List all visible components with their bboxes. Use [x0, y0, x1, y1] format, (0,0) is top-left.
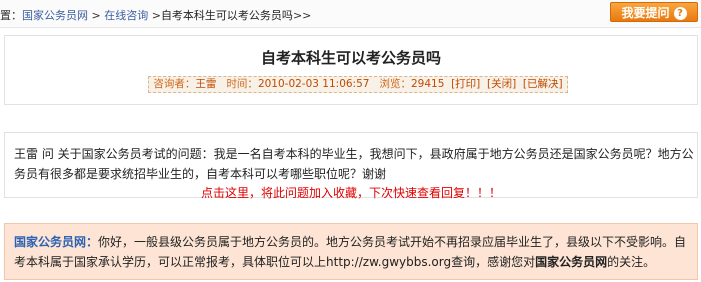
- top-bar: 置：国家公务员网 > 在线咨询 >自考本科生可以考公务员吗>> 我要提问?: [0, 0, 701, 28]
- answer-text: 国家公务员网：你好，一般县级公务员属于地方公务员的。地方公务员考试开始不再招录应…: [14, 232, 694, 272]
- question-title: 自考本科生可以考公务员吗: [260, 49, 441, 67]
- breadcrumb-home-link[interactable]: 国家公务员网: [22, 9, 88, 22]
- breadcrumb: 置：国家公务员网 > 在线咨询 >自考本科生可以考公务员吗>>: [0, 7, 311, 23]
- breadcrumb-separator-2: >: [148, 9, 161, 22]
- question-time: 2010-02-03 11:06:57: [257, 78, 370, 90]
- view-count: 29415: [410, 78, 445, 90]
- answer-site-name: 国家公务员网: [535, 255, 608, 269]
- views-label: 浏览：: [379, 78, 411, 90]
- breadcrumb-lead: 置: [0, 9, 11, 22]
- print-link[interactable]: [打印]: [451, 78, 480, 90]
- question-header: 自考本科生可以考公务员吗 咨询者：王雷 时间：2010-02-03 11:06:…: [4, 35, 698, 105]
- breadcrumb-separator-1: >: [88, 9, 105, 22]
- asker-label: 咨询者：: [153, 78, 196, 90]
- ask-question-button[interactable]: 我要提问?: [610, 2, 698, 22]
- breadcrumb-separator-0: ：: [11, 9, 22, 22]
- question-meta: 咨询者：王雷 时间：2010-02-03 11:06:57 浏览：29415 […: [148, 76, 568, 93]
- breadcrumb-current: 自考本科生可以考公务员吗: [160, 9, 293, 22]
- time-label: 时间：: [226, 78, 258, 90]
- add-favorite-link[interactable]: 点击这里，将此问题加入收藏，下次快速查看回复！！！: [5, 184, 697, 201]
- breadcrumb-section-link[interactable]: 在线咨询: [104, 9, 148, 22]
- question-body: 王雷 问 关于国家公务员考试的问题：我是一名自考本科的毕业生，我想问下，县政府属…: [4, 132, 698, 201]
- ask-question-label: 我要提问: [621, 6, 670, 20]
- close-link[interactable]: [关闭]: [487, 78, 516, 90]
- help-icon: ?: [673, 7, 687, 20]
- question-text: 王雷 问 关于国家公务员考试的问题：我是一名自考本科的毕业生，我想问下，县政府属…: [14, 147, 694, 181]
- answer-box: 国家公务员网：你好，一般县级公务员属于地方公务员的。地方公务员考试开始不再招录应…: [4, 223, 698, 280]
- answer-end: 的关注。: [607, 255, 656, 269]
- breadcrumb-tail: >>: [292, 9, 312, 22]
- answer-source: 国家公务员网：: [14, 235, 99, 249]
- asker-name: 王雷: [195, 78, 217, 90]
- status-badge: [已解决]: [522, 78, 563, 90]
